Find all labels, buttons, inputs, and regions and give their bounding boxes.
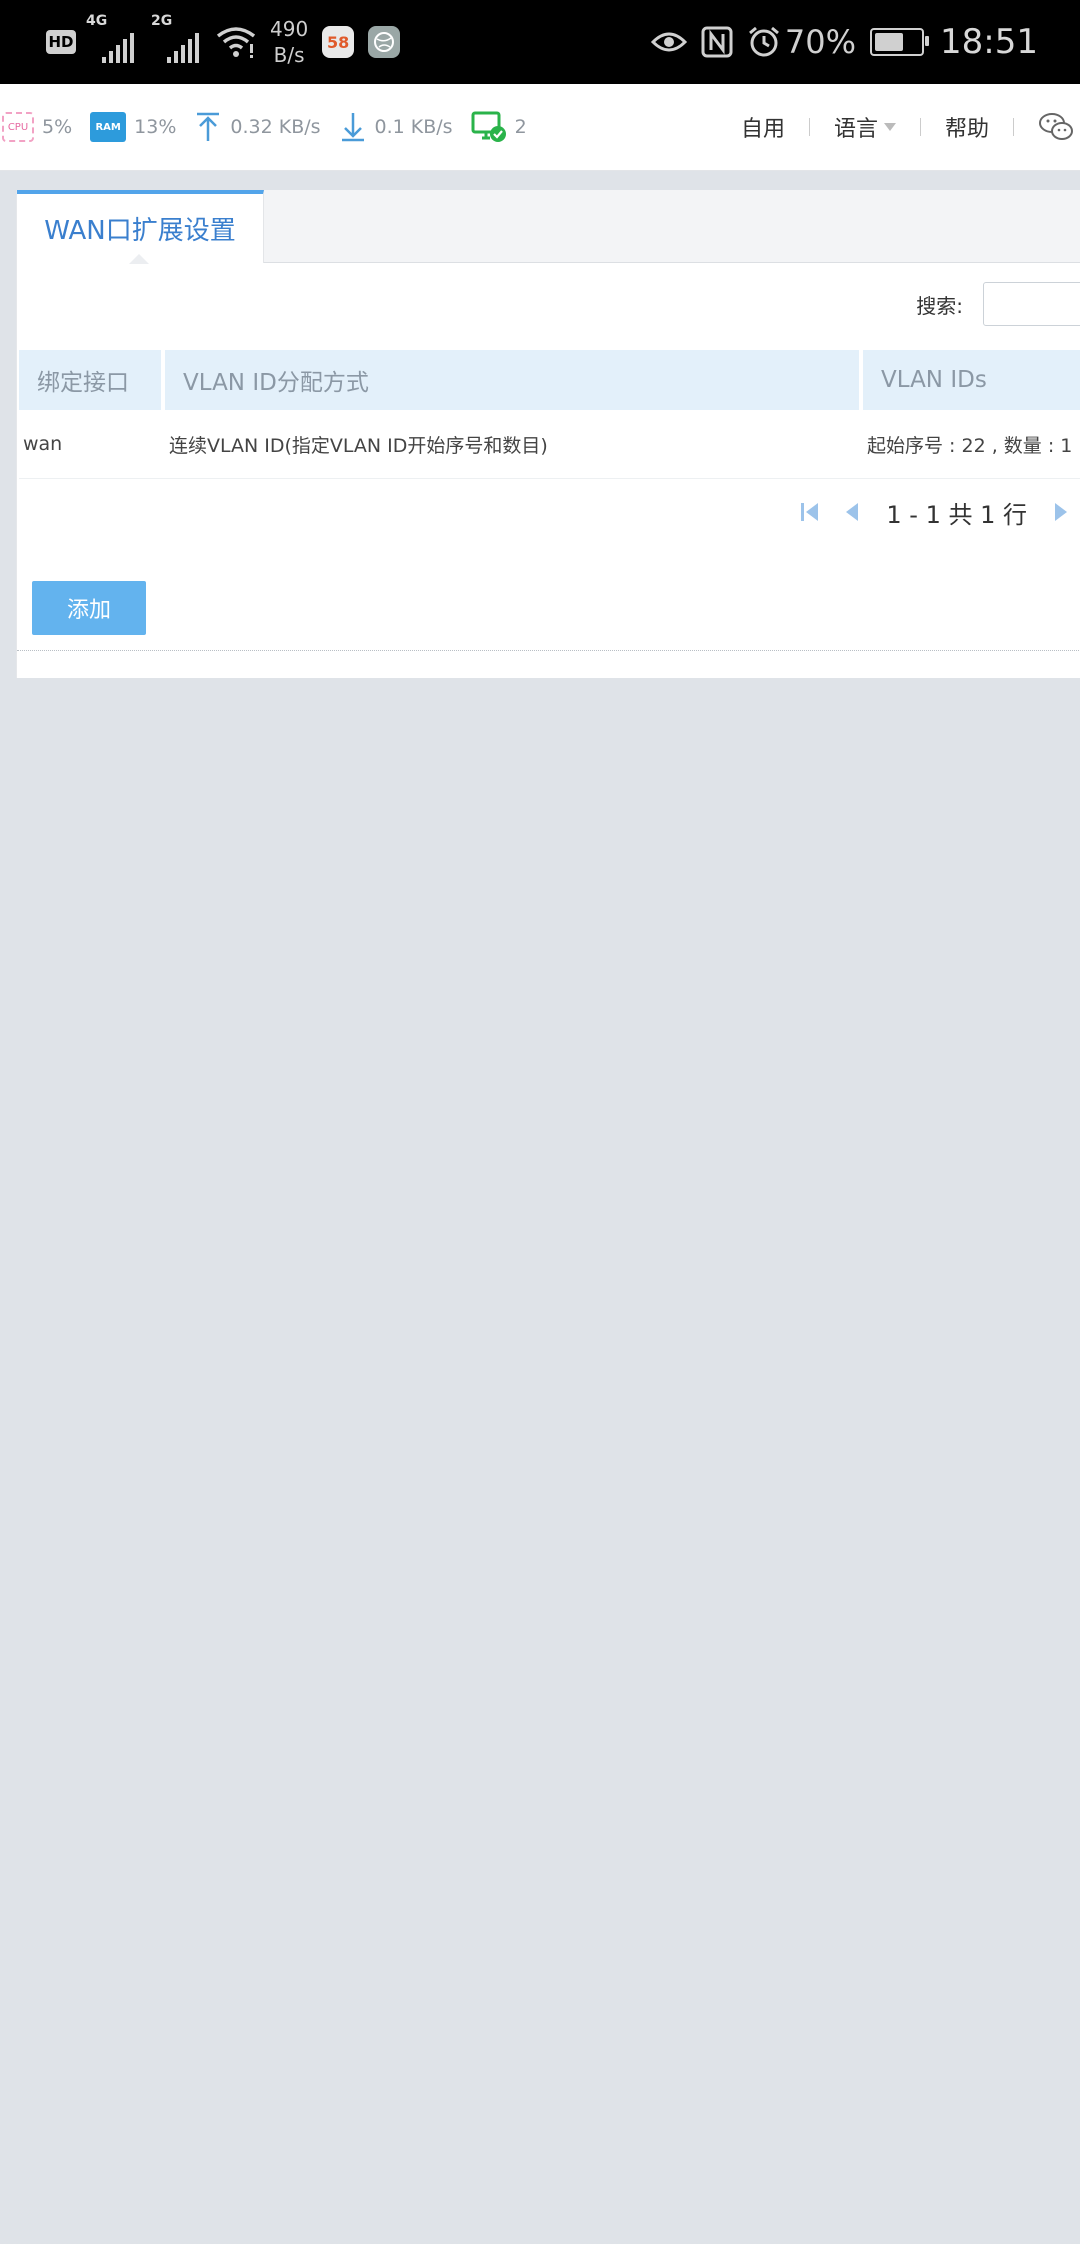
wechat-icon[interactable]	[1038, 111, 1074, 143]
download-metric: 0.1 KB/s	[339, 111, 453, 143]
browser-globe-icon	[368, 26, 401, 58]
first-page-button[interactable]	[800, 501, 820, 523]
vlan-table: 绑定接口 VLAN ID分配方式 VLAN IDs wan 连续VLAN ID(…	[19, 350, 1080, 479]
cell-vlan-ids: 起始序号 : 22 , 数量 : 1	[863, 410, 1080, 479]
tab-wan-extension-settings[interactable]: WAN口扩展设置	[17, 190, 264, 264]
prev-page-button[interactable]	[844, 501, 860, 523]
column-header-vlan-allocation[interactable]: VLAN ID分配方式	[165, 350, 863, 410]
cell-interface: wan	[19, 410, 165, 479]
cpu-value: 5%	[42, 116, 73, 138]
ram-icon: RAM	[90, 112, 127, 142]
self-use-link[interactable]: 自用	[741, 111, 785, 143]
battery-percent: 70%	[784, 23, 857, 61]
column-header-bind-interface[interactable]: 绑定接口	[19, 350, 165, 410]
language-label: 语言	[833, 117, 878, 142]
next-page-button[interactable]	[1053, 501, 1069, 523]
caret-down-icon	[883, 123, 896, 131]
menu-divider	[808, 118, 810, 136]
divider	[17, 650, 1080, 651]
cpu-icon: CPU	[2, 112, 34, 142]
cpu-metric: CPU 5%	[2, 112, 72, 142]
add-button[interactable]: 添加	[32, 581, 146, 635]
nfc-icon	[701, 26, 733, 58]
prev-page-icon	[846, 503, 859, 521]
search-input[interactable]	[983, 282, 1080, 326]
sim1-generation: 4G	[86, 13, 108, 29]
first-page-icon	[801, 503, 819, 521]
upload-speed: 0.32 KB/s	[230, 116, 321, 138]
battery-icon	[870, 28, 930, 56]
cell-allocation: 连续VLAN ID(指定VLAN ID开始序号和数目)	[165, 410, 863, 479]
network-speed: 490 B/s	[270, 16, 308, 68]
eye-icon	[650, 32, 687, 52]
alarm-icon	[748, 26, 779, 57]
next-page-icon	[1055, 503, 1067, 521]
connected-devices-metric[interactable]: 2	[471, 110, 527, 144]
sim2-generation: 2G	[151, 13, 173, 29]
router-toolbar: CPU 5% RAM 13% 0.32 KB/s 0.1 KB/s 2 自用 语…	[0, 84, 1080, 171]
sim1-signal-icon: 4G	[86, 13, 137, 63]
column-header-vlan-ids[interactable]: VLAN IDs	[863, 350, 1080, 410]
table-header-row: 绑定接口 VLAN ID分配方式 VLAN IDs	[19, 350, 1080, 410]
menu-divider	[919, 118, 921, 136]
ram-metric: RAM 13%	[90, 112, 176, 142]
download-arrow-icon	[341, 113, 364, 142]
app-58-icon: 58	[322, 26, 355, 58]
search-row: 搜索:	[17, 282, 1080, 330]
status-bar: HD 4G 2G 490 B/s 58 70% 18:51	[0, 0, 1080, 84]
ram-value: 13%	[134, 116, 177, 138]
tab-bar: WAN口扩展设置	[17, 190, 1080, 264]
hd-badge: HD	[46, 30, 76, 54]
monitor-check-icon	[471, 111, 506, 142]
pagination: 1 - 1 共 1 行	[788, 492, 1080, 532]
sim2-signal-icon: 2G	[151, 13, 202, 63]
connected-devices-count: 2	[514, 116, 527, 138]
upload-metric: 0.32 KB/s	[194, 111, 321, 143]
network-speed-unit: B/s	[273, 43, 305, 67]
menu-divider	[1013, 118, 1014, 136]
wan-extension-panel: WAN口扩展设置 搜索: 绑定接口 VLAN ID分配方式 VLAN IDs w…	[16, 190, 1080, 678]
wifi-icon	[216, 27, 256, 58]
table-row[interactable]: wan 连续VLAN ID(指定VLAN ID开始序号和数目) 起始序号 : 2…	[19, 410, 1080, 479]
upload-arrow-icon	[197, 112, 220, 141]
pagination-summary: 1 - 1 共 1 行	[886, 500, 1027, 529]
download-speed: 0.1 KB/s	[374, 116, 453, 138]
language-dropdown[interactable]: 语言	[834, 111, 896, 143]
network-speed-value: 490	[270, 17, 309, 41]
help-link[interactable]: 帮助	[945, 111, 989, 143]
status-clock: 18:51	[940, 22, 1038, 62]
search-label: 搜索:	[916, 294, 963, 318]
